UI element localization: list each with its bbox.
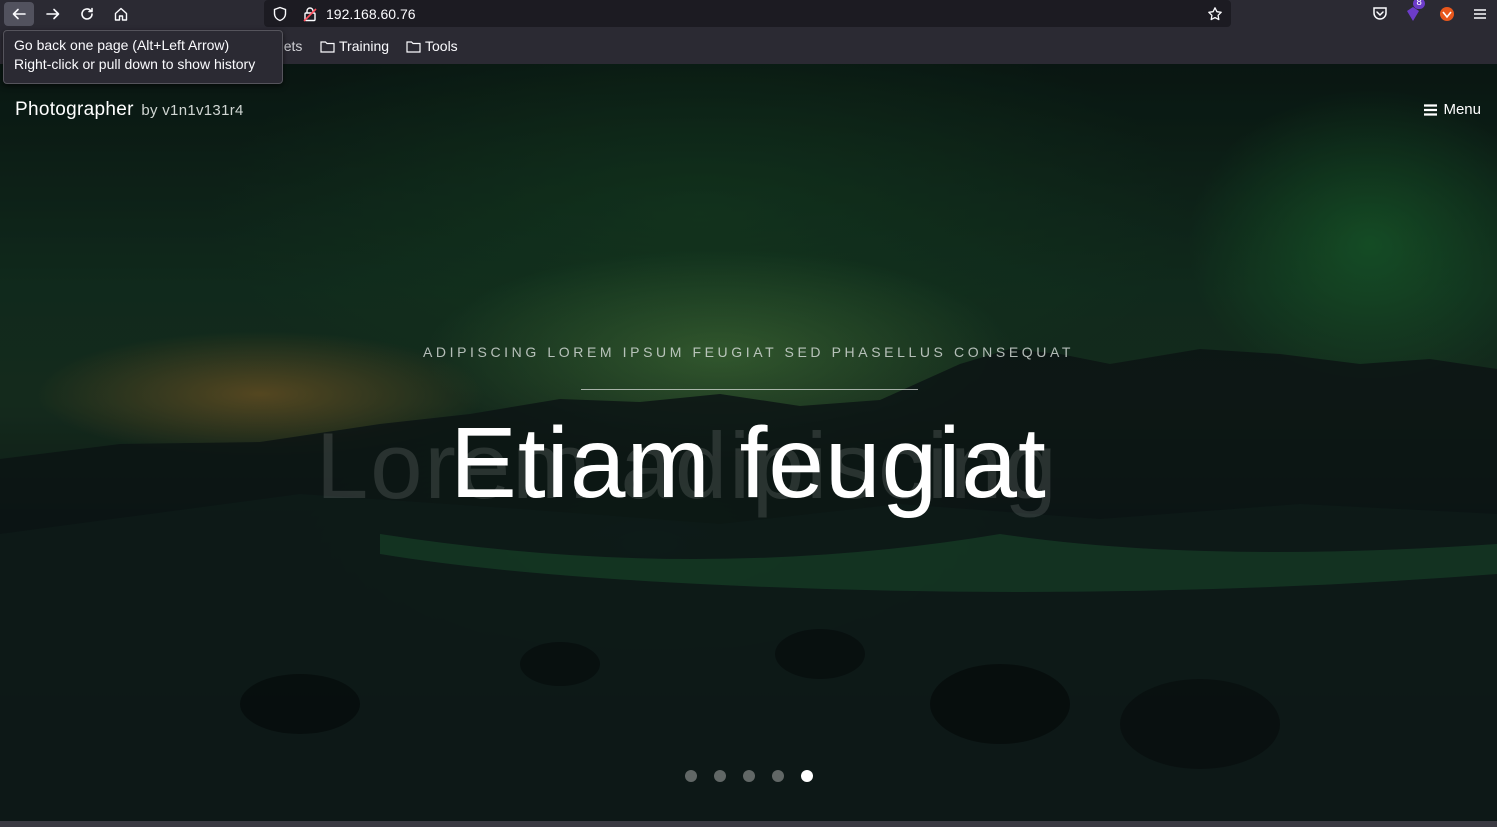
hamburger-icon — [1424, 103, 1438, 116]
slide-dot-2[interactable] — [713, 770, 726, 782]
bookmark-label: Tools — [425, 38, 458, 54]
slide-dot-5[interactable] — [800, 770, 813, 782]
reload-icon — [81, 7, 93, 20]
brand-name: Photographer — [15, 99, 134, 120]
back-button-tooltip: Go back one page (Alt+Left Arrow) Right-… — [3, 30, 283, 84]
brand-author: by v1n1v131r4 — [141, 102, 244, 119]
bookmark-training[interactable]: Training — [320, 38, 389, 54]
extension-icon[interactable]: 8 — [1403, 0, 1425, 24]
slide-dot-3[interactable] — [742, 770, 755, 782]
arrow-right-icon — [46, 8, 60, 20]
hero-divider — [581, 389, 918, 390]
foxyproxy-icon[interactable] — [1437, 4, 1457, 24]
lock-warning-icon[interactable] — [302, 6, 318, 22]
reload-button[interactable] — [72, 2, 102, 26]
hamburger-menu-icon[interactable] — [1471, 5, 1489, 23]
url-bar[interactable]: 192.168.60.76 — [264, 0, 1231, 27]
tooltip-line-1: Go back one page (Alt+Left Arrow) — [14, 37, 230, 53]
hero-subtitle: ADIPISCING LOREM IPSUM FEUGIAT SED PHASE… — [422, 344, 1075, 360]
back-button[interactable] — [4, 2, 34, 26]
home-button[interactable] — [106, 2, 136, 26]
shield-icon — [273, 6, 287, 21]
site-brand[interactable]: Photographer by v1n1v131r4 — [15, 99, 244, 121]
folder-icon — [320, 40, 335, 53]
slide-dot-4[interactable] — [771, 770, 784, 782]
bookmark-label: Training — [339, 38, 390, 54]
bookmark-star-icon[interactable] — [1207, 6, 1223, 22]
browser-toolbar: 192.168.60.76 8 — [0, 0, 1497, 28]
bookmark-tools[interactable]: Tools — [406, 38, 458, 54]
arrow-left-icon — [12, 8, 26, 20]
home-icon — [114, 7, 128, 21]
hero-banner: Photographer by v1n1v131r4 Menu ADIPISCI… — [0, 64, 1497, 821]
menu-label: Menu — [1443, 101, 1481, 118]
folder-icon — [406, 40, 421, 53]
forward-button[interactable] — [38, 2, 68, 26]
menu-button[interactable]: Menu — [1424, 101, 1481, 118]
hero-title: Etiam feugiat — [450, 407, 1047, 519]
pocket-icon[interactable] — [1371, 5, 1389, 23]
slide-dot-1[interactable] — [684, 770, 697, 782]
extension-badge: 8 — [1413, 0, 1425, 9]
url-text[interactable]: 192.168.60.76 — [326, 6, 416, 22]
tooltip-line-2: Right-click or pull down to show history — [14, 56, 256, 72]
toolbar-right-icons: 8 — [1371, 0, 1489, 28]
window-bottom-edge — [0, 821, 1497, 827]
slide-indicators — [0, 770, 1497, 782]
